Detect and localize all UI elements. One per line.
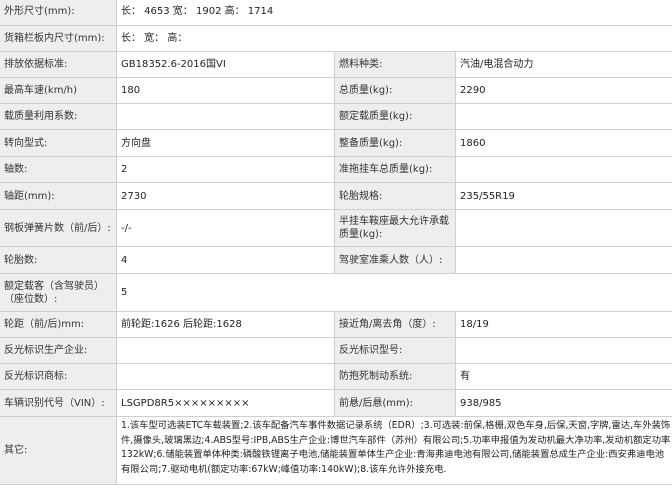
steering-type-value: 方向盘: [116, 129, 335, 157]
max-speed-label: 最高车速(km/h): [0, 77, 117, 104]
table-row: 其它: 1.该车型可选装ETC车载装置;2.该车配备汽车事件数据记录系统（EDR…: [0, 416, 672, 485]
table-row: 额定载客（含驾驶员）（座位数）: 5: [0, 273, 672, 312]
fuel-type-value: 汽油/电混合动力: [454, 51, 672, 78]
axle-count-value: 2: [116, 156, 335, 183]
rated-seats-value: 5: [115, 273, 672, 312]
trailer-mass-value: [454, 156, 672, 183]
table-row: 轴距(mm): 2730 轮胎规格: 235/55R19: [0, 182, 672, 210]
emission-standard-value: GB18352.6-2016国VI: [116, 51, 335, 78]
table-row: 排放依据标准: GB18352.6-2016国VI 燃料种类: 汽油/电混合动力: [0, 51, 672, 78]
curb-weight-value: 1860: [454, 129, 672, 157]
tire-spec-label: 轮胎规格:: [334, 182, 456, 210]
reflector-maker-label: 反光标识生产企业:: [0, 337, 117, 364]
reflector-maker-value: [116, 337, 335, 364]
cab-passengers-label: 驾驶室准乘人数（人）:: [334, 246, 456, 274]
curb-weight-label: 整备质量(kg):: [334, 129, 456, 157]
saddle-load-label: 半挂车鞍座最大允许承载质量(kg):: [334, 209, 456, 247]
table-row: 反光标识生产企业: 反光标识型号:: [0, 337, 672, 364]
table-row: 钢板弹簧片数（前/后）: -/- 半挂车鞍座最大允许承载质量(kg):: [0, 209, 672, 247]
cab-passengers-value: [454, 246, 672, 274]
load-utilization-value: [116, 103, 335, 130]
cargo-box-dimensions-label: 货箱栏板内尺寸(mm):: [0, 25, 117, 52]
wheelbase-value: 2730: [116, 182, 335, 210]
tire-count-label: 轮胎数:: [0, 246, 117, 274]
wheelbase-label: 轴距(mm):: [0, 182, 117, 210]
vin-label: 车辆识别代号（VIN）:: [0, 389, 117, 417]
total-mass-label: 总质量(kg):: [334, 77, 456, 104]
reflector-brand-value: [116, 363, 335, 390]
table-row: 轴数: 2 准拖挂车总质量(kg):: [0, 156, 672, 183]
table-row: 车辆识别代号（VIN）: LSGPD8R5××××××××× 前悬/后悬(mm)…: [0, 389, 672, 417]
abs-label: 防抱死制动系统:: [334, 363, 456, 390]
other-notes-value: 1.该车型可选装ETC车载装置;2.该车配备汽车事件数据记录系统（EDR）;3.…: [115, 416, 672, 485]
tire-count-value: 4: [116, 246, 335, 274]
outer-dimensions-label: 外形尺寸(mm):: [0, 0, 117, 26]
track-width-value: 前轮距:1626 后轮距:1628: [116, 311, 335, 338]
load-utilization-label: 载质量利用系数:: [0, 103, 117, 130]
table-row: 外形尺寸(mm): 长： 4653 宽： 1902 高： 1714: [0, 0, 672, 26]
table-row: 转向型式: 方向盘 整备质量(kg): 1860: [0, 129, 672, 157]
reflector-brand-label: 反光标识商标:: [0, 363, 117, 390]
table-row: 货箱栏板内尺寸(mm): 长： 宽： 高：: [0, 25, 672, 52]
fuel-type-label: 燃料种类:: [334, 51, 456, 78]
steering-type-label: 转向型式:: [0, 129, 117, 157]
table-row: 轮胎数: 4 驾驶室准乘人数（人）:: [0, 246, 672, 274]
approach-departure-angle-label: 接近角/离去角（度）:: [334, 311, 456, 338]
emission-standard-label: 排放依据标准:: [0, 51, 117, 78]
rated-load-value: [454, 103, 672, 130]
overhang-label: 前悬/后悬(mm):: [334, 389, 456, 417]
cargo-box-dimensions-value: 长： 宽： 高：: [115, 25, 672, 52]
leaf-spring-value: -/-: [116, 209, 335, 247]
leaf-spring-label: 钢板弹簧片数（前/后）:: [0, 209, 117, 247]
abs-value: 有: [454, 363, 672, 390]
vehicle-spec-table: 外形尺寸(mm): 长： 4653 宽： 1902 高： 1714 货箱栏板内尺…: [0, 0, 672, 485]
table-row: 载质量利用系数: 额定载质量(kg):: [0, 103, 672, 130]
tire-spec-value: 235/55R19: [454, 182, 672, 210]
table-row: 反光标识商标: 防抱死制动系统: 有: [0, 363, 672, 390]
trailer-mass-label: 准拖挂车总质量(kg):: [334, 156, 456, 183]
saddle-load-value: [454, 209, 672, 247]
max-speed-value: 180: [116, 77, 335, 104]
outer-dimensions-value: 长： 4653 宽： 1902 高： 1714: [115, 0, 672, 26]
reflector-model-value: [454, 337, 672, 364]
rated-seats-label: 额定载客（含驾驶员）（座位数）:: [0, 273, 117, 312]
vin-value: LSGPD8R5×××××××××: [116, 389, 335, 417]
rated-load-label: 额定载质量(kg):: [334, 103, 456, 130]
total-mass-value: 2290: [454, 77, 672, 104]
approach-departure-angle-value: 18/19: [454, 311, 672, 338]
table-row: 轮距（前/后)mm: 前轮距:1626 后轮距:1628 接近角/离去角（度）:…: [0, 311, 672, 338]
axle-count-label: 轴数:: [0, 156, 117, 183]
overhang-value: 938/985: [454, 389, 672, 417]
table-row: 最高车速(km/h) 180 总质量(kg): 2290: [0, 77, 672, 104]
reflector-model-label: 反光标识型号:: [334, 337, 456, 364]
other-label: 其它:: [0, 416, 117, 485]
track-width-label: 轮距（前/后)mm:: [0, 311, 117, 338]
